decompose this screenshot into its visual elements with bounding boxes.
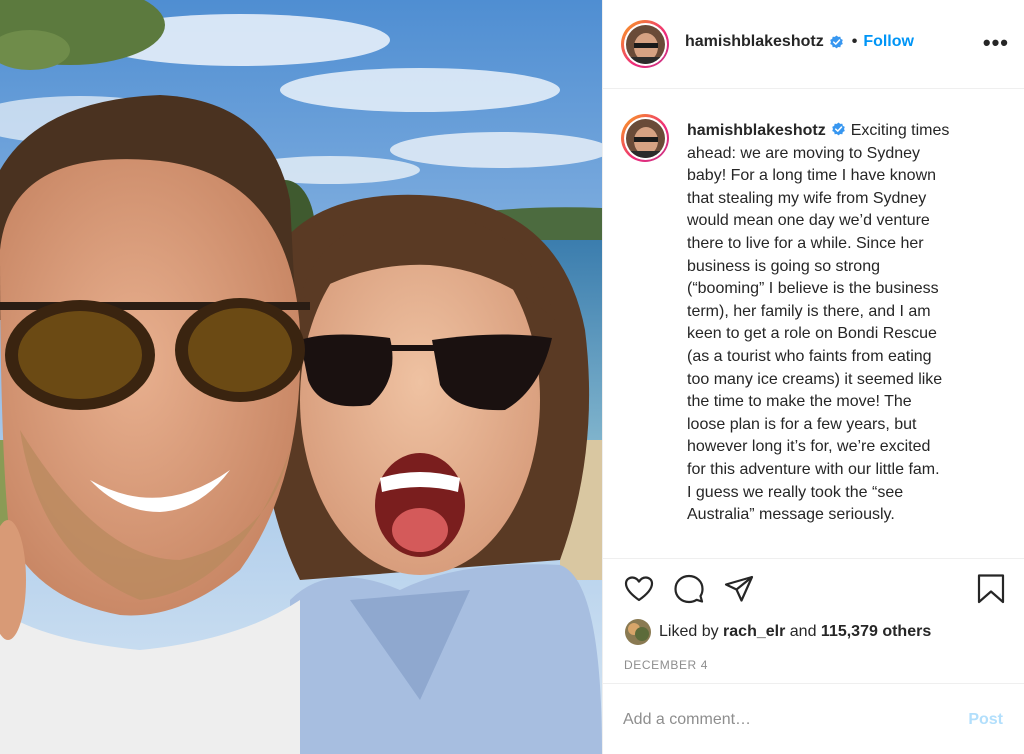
verified-badge-icon bbox=[829, 34, 843, 48]
caption-line: baby! For a long time I have known bbox=[687, 167, 937, 185]
like-button[interactable] bbox=[623, 573, 655, 605]
post-header: hamishblakeshotz • Follow ••• bbox=[603, 0, 1024, 89]
more-options-icon[interactable]: ••• bbox=[983, 30, 1009, 56]
caption-section: hamishblakeshotz Exciting times ahead: we… bbox=[603, 90, 1024, 558]
caption-line: I guess we really took the “see bbox=[687, 483, 904, 501]
caption-line: would mean one day we’d venture bbox=[687, 212, 930, 230]
liker-avatar-image bbox=[625, 619, 651, 645]
caption-line: keen to get a role on Bondi Rescue bbox=[687, 325, 937, 343]
likes-prefix: Liked by bbox=[659, 623, 719, 640]
comment-button[interactable] bbox=[673, 573, 705, 605]
follow-button[interactable]: Follow bbox=[863, 33, 914, 51]
verified-badge-icon bbox=[831, 122, 845, 136]
caption-line: (“booming” I believe is the business bbox=[687, 280, 939, 298]
header-name-row: hamishblakeshotz • Follow bbox=[685, 33, 914, 51]
likes-summary: Liked by rach_elr and 115,379 others bbox=[625, 619, 931, 645]
liker-username[interactable]: rach_elr bbox=[723, 623, 785, 641]
caption-line: business is going so strong bbox=[687, 257, 880, 275]
comment-icon bbox=[674, 574, 704, 604]
caption-line: too many ice creams) it seemed like bbox=[687, 370, 943, 388]
liker-avatar[interactable] bbox=[625, 619, 651, 645]
likes-count[interactable]: 115,379 others bbox=[821, 623, 931, 641]
caption-line: (as a tourist who faints from eating bbox=[687, 347, 932, 365]
author-username[interactable]: hamishblakeshotz bbox=[685, 33, 824, 51]
likes-joiner: and bbox=[789, 623, 817, 640]
caption-line: however long it’s for, we’re excited bbox=[687, 438, 931, 456]
heart-icon bbox=[624, 576, 654, 602]
save-button[interactable] bbox=[975, 573, 1007, 605]
post-comment-button[interactable]: Post bbox=[968, 711, 1003, 729]
post-sidebar: hamishblakeshotz • Follow ••• hamishblak bbox=[602, 0, 1024, 754]
bookmark-icon bbox=[977, 574, 1005, 604]
avatar-image bbox=[625, 24, 665, 64]
post-date[interactable]: DECEMBER 4 bbox=[624, 658, 708, 672]
actions-bar: Liked by rach_elr and 115,379 others DEC… bbox=[603, 558, 1024, 683]
header-separator: • bbox=[851, 33, 858, 50]
caption-line: the time to make the move! The bbox=[687, 393, 912, 411]
comment-bar: Post bbox=[603, 683, 1024, 754]
avatar-image bbox=[625, 118, 665, 158]
comment-input[interactable] bbox=[623, 706, 943, 734]
caption-author-avatar[interactable] bbox=[621, 114, 669, 162]
post-photo[interactable] bbox=[0, 0, 602, 754]
author-avatar[interactable] bbox=[621, 20, 669, 68]
caption-line: Exciting times bbox=[850, 122, 950, 139]
caption-author-username[interactable]: hamishblakeshotz bbox=[687, 122, 826, 139]
caption-line: loose plan is for a few years, but bbox=[687, 415, 917, 433]
caption-line: for this adventure with our little fam. bbox=[687, 460, 940, 478]
caption-text: hamishblakeshotz Exciting times ahead: we… bbox=[687, 120, 997, 527]
caption-line: term), her family is there, and I am bbox=[687, 302, 931, 320]
post-photo-image bbox=[0, 0, 602, 754]
caption-line: there to live for a while. Since her bbox=[687, 234, 924, 252]
caption-line: ahead: we are moving to Sydney bbox=[687, 144, 921, 162]
caption-line: Australia” message seriously. bbox=[687, 506, 895, 524]
caption-line: that stealing my wife from Sydney bbox=[687, 189, 927, 207]
share-icon bbox=[724, 575, 754, 602]
share-button[interactable] bbox=[723, 573, 755, 605]
